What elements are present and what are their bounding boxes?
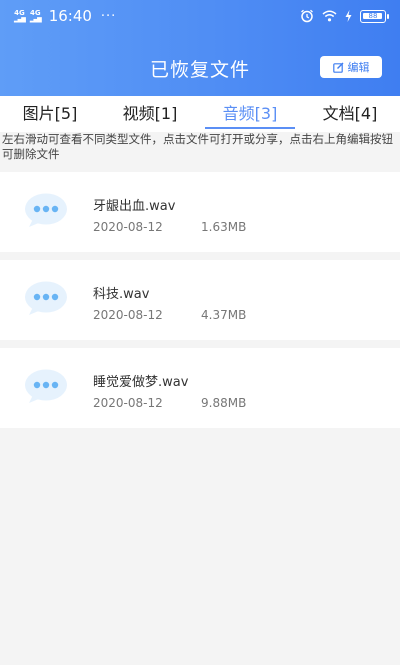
app-header: 4G ▂▄▆ 4G ▂▄▆ 16:40 ··· 88 已恢复文件 编辑 xyxy=(0,0,400,96)
audio-file-icon xyxy=(25,369,67,403)
charging-icon xyxy=(345,10,352,22)
list-item[interactable]: 牙龈出血.wav 2020-08-12 1.63MB xyxy=(0,172,400,252)
list-item[interactable]: 睡觉爱做梦.wav 2020-08-12 9.88MB xyxy=(0,348,400,428)
tab-videos[interactable]: 视频[1] xyxy=(100,96,200,132)
alarm-icon xyxy=(301,9,313,23)
audio-file-icon xyxy=(25,193,67,227)
tab-images[interactable]: 图片[5] xyxy=(0,96,100,132)
file-name: 睡觉爱做梦.wav xyxy=(93,375,189,390)
battery-icon: 88 xyxy=(360,9,389,23)
signal-icon: 4G ▂▄▆ xyxy=(14,8,26,23)
file-size: 4.37MB xyxy=(201,308,247,322)
file-date: 2020-08-12 xyxy=(93,396,163,410)
status-time: 16:40 xyxy=(48,7,92,25)
tab-audio[interactable]: 音频[3] xyxy=(200,96,300,132)
wifi-icon xyxy=(322,10,337,22)
audio-file-icon xyxy=(25,281,67,315)
edit-button-label: 编辑 xyxy=(347,61,370,74)
list-item[interactable]: 科技.wav 2020-08-12 4.37MB xyxy=(0,260,400,340)
file-size: 9.88MB xyxy=(201,396,247,410)
signal-icon-2: 4G ▂▄▆ xyxy=(29,8,42,23)
usage-hint: 左右滑动可查看不同类型文件，点击文件可打开或分享，点击右上角编辑按钮可删除文件 xyxy=(2,132,393,161)
tab-documents[interactable]: 文档[4] xyxy=(300,96,400,132)
more-notifications-icon: ··· xyxy=(100,8,117,24)
edit-icon xyxy=(332,62,343,73)
file-type-tabs: 图片[5] 视频[1] 音频[3] 文档[4] xyxy=(0,96,400,132)
file-name: 牙龈出血.wav xyxy=(93,199,176,214)
file-date: 2020-08-12 xyxy=(93,308,163,322)
file-size: 1.63MB xyxy=(201,220,247,234)
file-name: 科技.wav xyxy=(93,287,150,302)
status-bar: 4G ▂▄▆ 4G ▂▄▆ 16:40 ··· 88 xyxy=(0,0,400,32)
edit-button[interactable]: 编辑 xyxy=(320,56,382,78)
file-date: 2020-08-12 xyxy=(93,220,163,234)
